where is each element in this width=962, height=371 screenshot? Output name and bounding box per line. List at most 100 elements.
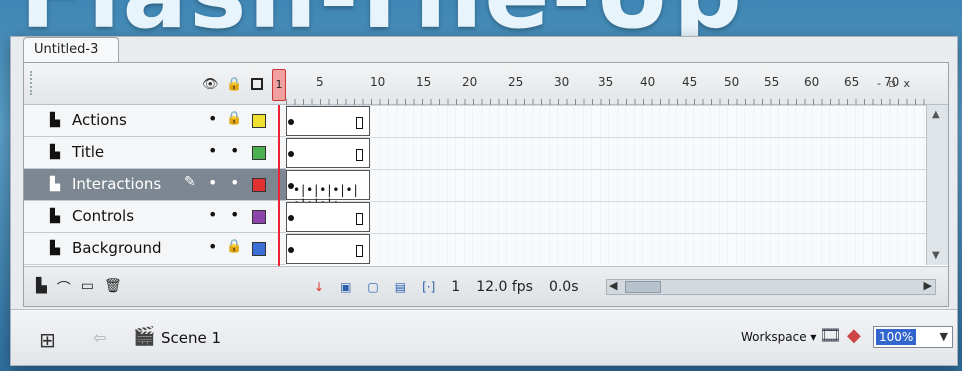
ruler-label: 50 [724,75,740,89]
visibility-dot[interactable]: • [208,237,217,256]
layer-icon: ▙ [50,177,60,192]
keyframe-span[interactable]: •|•|•|•|•|•|•|•|• [286,170,370,211]
frame-grid[interactable]: •|•|•|•|•|•|•|•|• [286,105,926,265]
ruler-label: 60 [804,75,820,89]
workspace-menu[interactable]: Workspace ▾ [741,330,816,344]
trash-icon[interactable]: 🗑 [104,278,122,298]
outline-icon[interactable] [250,77,264,94]
layer-row-actions[interactable]: ▙ Actions • 🔒 [24,105,286,137]
ruler-label: 45 [682,75,698,89]
layer-icon: ▙ [50,241,60,256]
ruler-label: 55 [764,75,780,89]
layer-icon: ▙ [50,209,60,224]
layer-color-swatch[interactable] [252,146,266,160]
eye-icon[interactable]: 👁 [202,77,219,94]
keyframe-span[interactable] [286,138,370,168]
layer-row-background[interactable]: ▙ Background • 🔒 [24,233,286,265]
timeline-header: 👁 🔒 1 5 10 15 20 25 30 35 40 45 50 55 60… [24,63,948,105]
frame-row [286,105,926,137]
minimize-icon[interactable]: - [877,77,881,90]
insert-layer-icon[interactable]: ▙ [36,278,47,298]
vertical-scrollbar[interactable]: ▲ ▼ [926,105,948,265]
close-icon[interactable]: x [903,77,910,90]
scene-icon: 🎬 [133,326,156,347]
back-arrow-icon[interactable]: ⇦ [93,328,106,347]
frame-row: •|•|•|•|•|•|•|•|• [286,169,926,211]
elapsed-time: 0.0s [548,279,579,295]
insert-folder-icon[interactable]: ▭ [81,278,94,298]
lock-dot[interactable]: • [230,141,239,160]
layer-color-swatch[interactable] [252,114,266,128]
zoom-select[interactable]: 100% ▼ [873,326,953,348]
keyframe-span[interactable] [286,106,370,136]
horizontal-scrollbar[interactable]: ◀ ▶ [606,279,936,295]
document-tab[interactable]: Untitled-3 [23,37,119,63]
lock-icon[interactable]: 🔒 [226,239,242,254]
edit-multiple-icon[interactable]: ▤ [395,280,406,294]
layer-name: Interactions [72,175,162,193]
timeline-panel-window: Untitled-3 👁 🔒 1 5 10 15 20 25 30 35 40 … [10,36,958,366]
scroll-left-icon[interactable]: ◀ [609,279,617,292]
panel-grip-handle[interactable] [30,71,34,95]
frame-status: ↓ ▣ ▢ ▤ [·] 1 12.0 fps 0.0s [314,279,579,295]
visibility-dot[interactable]: • [208,205,217,224]
layer-name: Title [72,143,105,161]
ruler-label: 20 [462,75,478,89]
scroll-thumb[interactable] [625,281,661,293]
layer-color-swatch[interactable] [252,210,266,224]
scroll-right-icon[interactable]: ▶ [924,279,932,292]
lock-dot[interactable]: • [230,173,239,192]
visibility-dot[interactable]: • [208,109,217,128]
layer-icon: ▙ [50,145,60,160]
layer-color-swatch[interactable] [252,178,266,192]
layer-toggle-icons: 👁 🔒 [202,77,264,94]
edit-bar: ⊞ ⇦ 🎬 Scene 1 Workspace ▾ 🎞 ◆ 100% ▼ [11,309,957,365]
layer-icon: ▙ [50,113,60,128]
onion-skin-icon[interactable]: ▣ [340,280,351,294]
visibility-dot[interactable]: • [208,173,217,192]
motion-guide-icon[interactable]: ⌒ [57,278,71,298]
edit-scene-icon[interactable]: 🎞 [819,325,842,346]
frame-rate[interactable]: 12.0 fps [476,279,533,295]
onion-outline-icon[interactable]: ▢ [367,280,378,294]
chevron-down-icon[interactable]: ▼ [940,330,948,343]
playhead-marker[interactable]: 1 [272,69,286,101]
lock-icon[interactable]: 🔒 [226,111,242,126]
layer-row-controls[interactable]: ▙ Controls • • [24,201,286,233]
frame-row [286,201,926,233]
lock-icon[interactable]: 🔒 [226,77,242,94]
scroll-down-icon[interactable]: ▼ [932,250,940,261]
ruler-label: 65 [844,75,860,89]
zoom-value: 100% [876,329,917,345]
ruler-label: 35 [598,75,614,89]
ruler-label: 40 [640,75,656,89]
keyframe-span[interactable] [286,234,370,264]
keyframe-span[interactable] [286,202,370,232]
timeline-status-bar: ▙ ⌒ ▭ 🗑 ↓ ▣ ▢ ▤ [·] 1 12.0 fps 0.0s ◀ ▶ [24,266,948,306]
lock-dot[interactable]: • [230,205,239,224]
layer-name: Actions [72,111,127,129]
restore-icon[interactable]: ▫ [889,77,896,90]
frame-row [286,233,926,265]
timeline-panel: 👁 🔒 1 5 10 15 20 25 30 35 40 45 50 55 60… [23,62,949,307]
layer-name: Controls [72,207,135,225]
edit-symbols-icon[interactable]: ◆ [847,325,861,346]
layer-row-title[interactable]: ▙ Title • • [24,137,286,169]
scroll-up-icon[interactable]: ▲ [932,109,940,120]
layer-name: Background [72,239,162,257]
layer-list: ▙ Actions • 🔒 ▙ Title • • ▙ Interactions… [24,105,286,265]
layer-row-interactions[interactable]: ▙ Interactions ✎ • • [24,169,286,201]
layer-tools: ▙ ⌒ ▭ 🗑 [36,278,122,298]
current-frame: 1 [451,279,461,295]
onion-markers-icon[interactable]: [·] [422,280,435,294]
scene-label[interactable]: Scene 1 [161,329,221,347]
ruler-label: 15 [416,75,432,89]
visibility-dot[interactable]: • [208,141,217,160]
ruler-label: 5 [316,75,324,89]
layer-color-swatch[interactable] [252,242,266,256]
timeline-toggle-icon[interactable]: ⊞ [39,328,56,352]
frame-row [286,137,926,169]
center-frame-icon[interactable]: ↓ [314,280,324,294]
panel-window-controls: - ▫ x [873,77,910,90]
ruler-label: 25 [508,75,524,89]
